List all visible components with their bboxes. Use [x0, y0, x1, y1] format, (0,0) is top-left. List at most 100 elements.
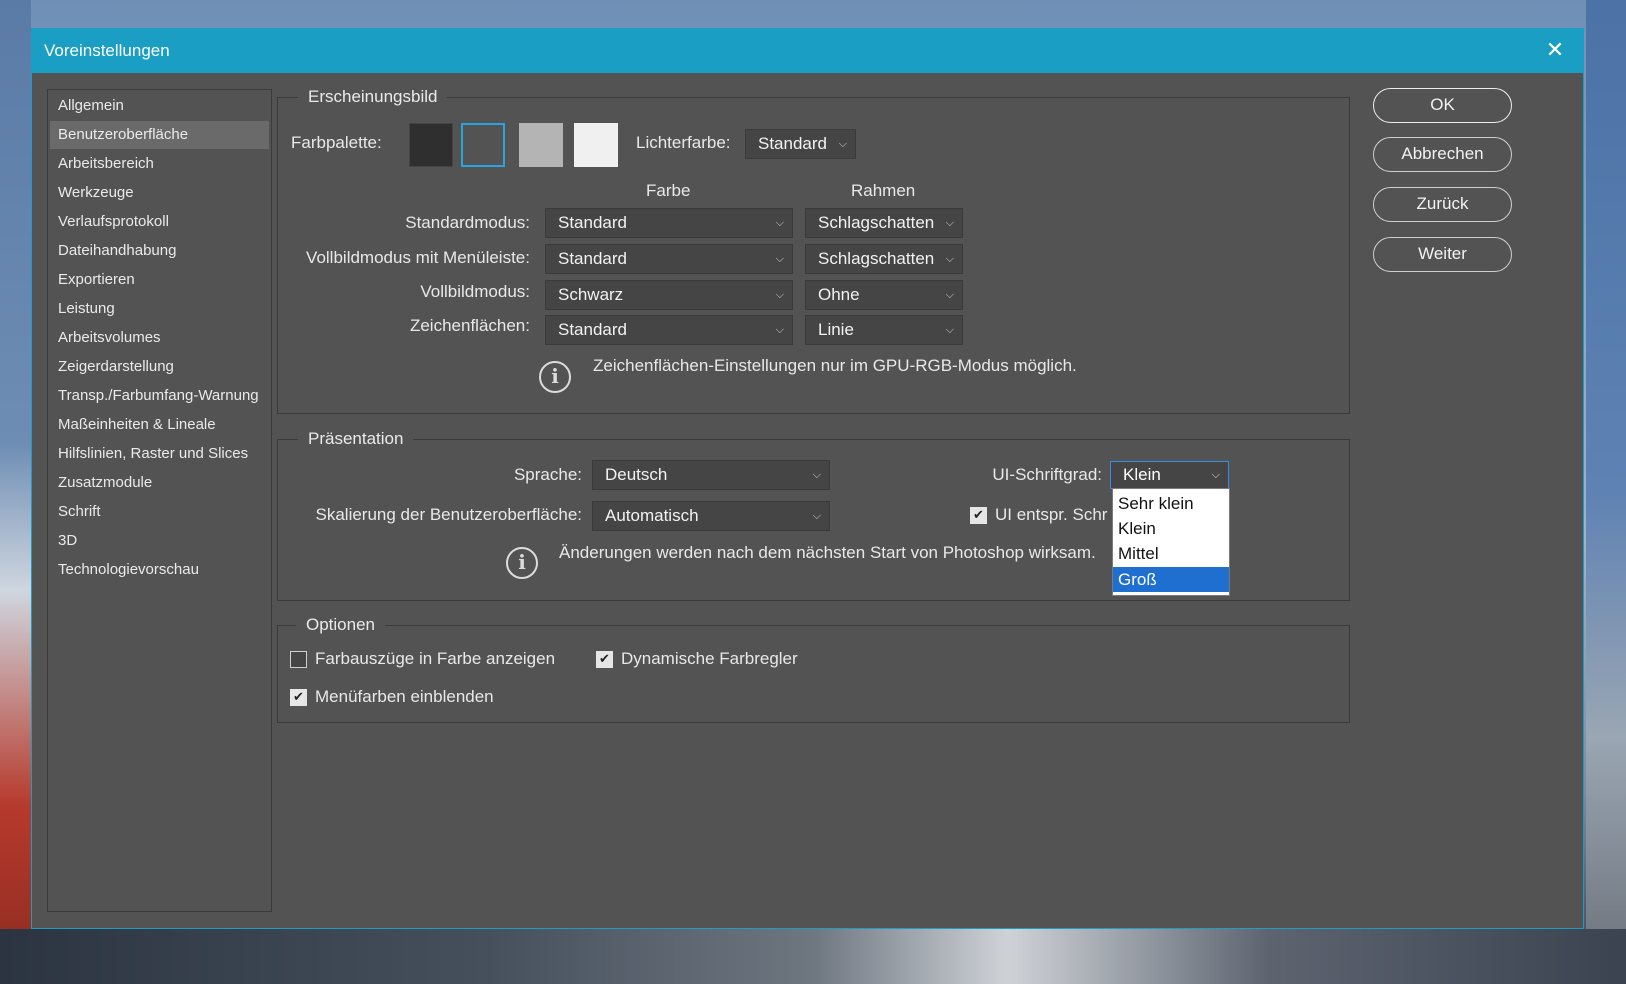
- sidebar-item-exportieren[interactable]: Exportieren: [50, 266, 269, 294]
- zeichenflaechen-label: Zeichenflächen:: [409, 316, 530, 335]
- col-header-farbe: Farbe: [646, 181, 691, 200]
- farbpalette-label: Farbpalette:: [291, 133, 382, 152]
- zeichenflaechen-farbe-select[interactable]: Standard ⌵: [545, 315, 793, 345]
- chevron-down-icon: ⌵: [775, 324, 784, 336]
- vollbildmodus-farbe-value: Schwarz: [558, 285, 624, 304]
- dropdown-option-klein[interactable]: Klein: [1113, 516, 1229, 541]
- sidebar-item-dateihandhabung[interactable]: Dateihandhabung: [50, 237, 269, 265]
- vollbildmodus-farbe-select[interactable]: Schwarz ⌵: [545, 280, 793, 310]
- standardmodus-label: Standardmodus:: [405, 213, 530, 232]
- sidebar-item-arbeitsvolumes[interactable]: Arbeitsvolumes: [50, 324, 269, 352]
- appearance-info-text: Zeichenflächen-Einstellungen nur im GPU-…: [593, 356, 1077, 375]
- background-left: [0, 0, 31, 984]
- ui-scale-checkbox-label: UI entspr. Schr: [995, 505, 1108, 524]
- schriftgrad-dropdown-list: Sehr klein Klein Mittel Groß: [1112, 488, 1230, 596]
- schriftgrad-label: UI-Schriftgrad:: [992, 465, 1102, 484]
- chevron-down-icon: ⌵: [812, 510, 821, 522]
- info-icon: i: [539, 361, 571, 393]
- sidebar-item-zeigerdarstellung[interactable]: Zeigerdarstellung: [50, 353, 269, 381]
- vollbildmodus-rahmen-select[interactable]: Ohne ⌵: [805, 280, 963, 310]
- sidebar-item-3d[interactable]: 3D: [50, 527, 269, 555]
- lichterfarbe-select[interactable]: Standard ⌵: [745, 129, 856, 159]
- dynamische-farbregler-label: Dynamische Farbregler: [621, 649, 798, 668]
- sidebar-item-arbeitsbereich[interactable]: Arbeitsbereich: [50, 150, 269, 178]
- options-group-title: Optionen: [296, 615, 385, 635]
- preferences-dialog: Voreinstellungen ✕ Allgemein Benutzerobe…: [31, 28, 1584, 929]
- sidebar-item-werkzeuge[interactable]: Werkzeuge: [50, 179, 269, 207]
- background-right: [1586, 0, 1626, 984]
- menuefarben-label: Menüfarben einblenden: [315, 687, 494, 706]
- options-group: [277, 625, 1350, 723]
- skalierung-value: Automatisch: [605, 506, 699, 525]
- vollbild-menue-farbe-value: Standard: [558, 249, 627, 268]
- skalierung-select[interactable]: Automatisch ⌵: [592, 501, 830, 531]
- ui-scale-checkbox[interactable]: ✔: [970, 507, 987, 524]
- chevron-down-icon: ⌵: [812, 469, 821, 481]
- palette-swatch-medium-dark[interactable]: [461, 123, 505, 167]
- standardmodus-farbe-value: Standard: [558, 213, 627, 232]
- standardmodus-farbe-select[interactable]: Standard ⌵: [545, 208, 793, 238]
- weiter-button[interactable]: Weiter: [1373, 237, 1512, 272]
- chevron-down-icon: ⌵: [945, 217, 954, 229]
- ok-button[interactable]: OK: [1373, 88, 1512, 123]
- sidebar-item-allgemein[interactable]: Allgemein: [50, 92, 269, 120]
- appearance-group-title: Erscheinungsbild: [298, 87, 448, 107]
- presentation-group-title: Präsentation: [298, 429, 414, 449]
- dropdown-option-gross[interactable]: Groß: [1113, 567, 1229, 592]
- sprache-value: Deutsch: [605, 465, 668, 484]
- zeichenflaechen-rahmen-select[interactable]: Linie ⌵: [805, 315, 963, 345]
- chevron-down-icon: ⌵: [945, 324, 954, 336]
- chevron-down-icon: ⌵: [775, 253, 784, 265]
- sprache-select[interactable]: Deutsch ⌵: [592, 460, 830, 490]
- col-header-rahmen: Rahmen: [851, 181, 916, 200]
- info-icon: i: [506, 547, 538, 579]
- palette-swatch-medium-light[interactable]: [519, 123, 563, 167]
- sidebar: Allgemein Benutzeroberfläche Arbeitsbere…: [47, 89, 272, 912]
- vollbildmodus-label: Vollbildmodus:: [420, 282, 530, 301]
- farbauszuege-label: Farbauszüge in Farbe anzeigen: [315, 649, 556, 668]
- sprache-label: Sprache:: [513, 465, 582, 484]
- sidebar-item-zusatzmodule[interactable]: Zusatzmodule: [50, 469, 269, 497]
- sidebar-item-verlaufsprotokoll[interactable]: Verlaufsprotokoll: [50, 208, 269, 236]
- farbauszuege-checkbox[interactable]: [290, 651, 307, 668]
- vollbild-menue-rahmen-value: Schlagschatten: [818, 249, 935, 268]
- dropdown-option-sehr-klein[interactable]: Sehr klein: [1113, 491, 1229, 516]
- chevron-down-icon: ⌵: [945, 253, 954, 265]
- close-icon[interactable]: ✕: [1541, 37, 1569, 65]
- window-title: Voreinstellungen: [44, 41, 170, 60]
- chevron-down-icon: ⌵: [775, 217, 784, 229]
- vollbild-menue-label: Vollbildmodus mit Menüleiste:: [306, 248, 530, 267]
- abbrechen-button[interactable]: Abbrechen: [1373, 137, 1512, 172]
- dropdown-option-mittel[interactable]: Mittel: [1113, 541, 1229, 566]
- palette-swatch-lightest[interactable]: [574, 123, 618, 167]
- chevron-down-icon: ⌵: [945, 289, 954, 301]
- zeichenflaechen-farbe-value: Standard: [558, 320, 627, 339]
- lichterfarbe-label: Lichterfarbe:: [636, 133, 731, 152]
- vollbildmodus-rahmen-value: Ohne: [818, 285, 860, 304]
- sidebar-item-schrift[interactable]: Schrift: [50, 498, 269, 526]
- sidebar-item-transp-farbumfang[interactable]: Transp./Farbumfang-Warnung: [50, 382, 269, 410]
- sidebar-item-leistung[interactable]: Leistung: [50, 295, 269, 323]
- background-bottom: [0, 929, 1626, 984]
- chevron-down-icon: ⌵: [838, 138, 847, 150]
- sidebar-item-masseinheiten[interactable]: Maßeinheiten & Lineale: [50, 411, 269, 439]
- presentation-info-text: Änderungen werden nach dem nächsten Star…: [559, 543, 1096, 562]
- zeichenflaechen-rahmen-value: Linie: [818, 320, 854, 339]
- lichterfarbe-value: Standard: [758, 134, 827, 153]
- zurueck-button[interactable]: Zurück: [1373, 187, 1512, 222]
- chevron-down-icon: ⌵: [1211, 469, 1220, 481]
- standardmodus-rahmen-value: Schlagschatten: [818, 213, 935, 232]
- schriftgrad-select[interactable]: Klein ⌵: [1110, 461, 1229, 489]
- vollbild-menue-rahmen-select[interactable]: Schlagschatten ⌵: [805, 244, 963, 274]
- dynamische-farbregler-checkbox[interactable]: ✔: [596, 651, 613, 668]
- vollbild-menue-farbe-select[interactable]: Standard ⌵: [545, 244, 793, 274]
- title-bar: Voreinstellungen ✕: [32, 29, 1583, 73]
- sidebar-item-technologievorschau[interactable]: Technologievorschau: [50, 556, 269, 584]
- skalierung-label: Skalierung der Benutzeroberfläche:: [315, 505, 583, 524]
- standardmodus-rahmen-select[interactable]: Schlagschatten ⌵: [805, 208, 963, 238]
- palette-swatch-darkest[interactable]: [409, 123, 453, 167]
- sidebar-item-hilfslinien[interactable]: Hilfslinien, Raster und Slices: [50, 440, 269, 468]
- sidebar-item-benutzeroberflaeche[interactable]: Benutzeroberfläche: [50, 121, 269, 149]
- menuefarben-checkbox[interactable]: ✔: [290, 689, 307, 706]
- chevron-down-icon: ⌵: [775, 289, 784, 301]
